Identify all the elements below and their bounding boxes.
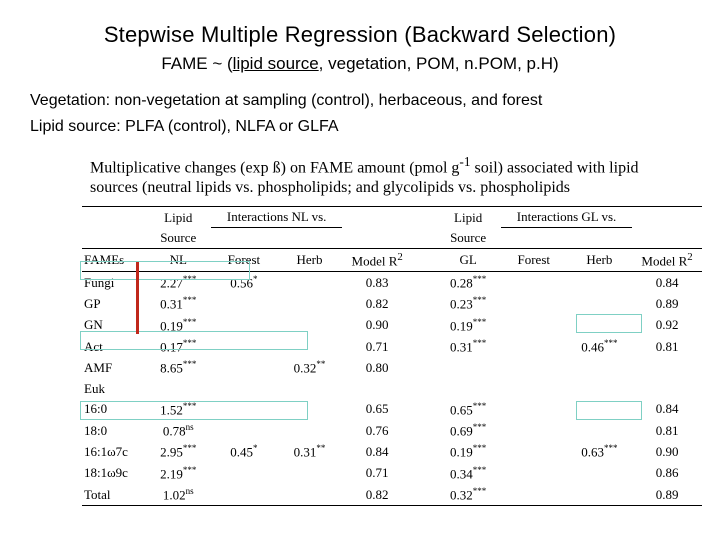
model-rest: , vegetation, POM, n.POM, p.H) bbox=[319, 54, 559, 73]
hdr-r2-nl: Model R bbox=[352, 253, 398, 268]
table-row: 16:1ω7c2.95***0.45*0.31**0.840.19***0.63… bbox=[82, 441, 702, 462]
table-row: 16:01.52***0.650.65***0.84 bbox=[82, 399, 702, 420]
table-caption: Multiplicative changes (exp ß) on FAME a… bbox=[90, 154, 680, 198]
hdr-source-nl: Source bbox=[160, 230, 196, 245]
table-row: GN0.19***0.900.19***0.92 bbox=[82, 315, 702, 336]
vegetation-note: Vegetation: non-vegetation at sampling (… bbox=[30, 92, 690, 110]
hdr-inter-gl: Interactions GL vs. bbox=[517, 209, 617, 224]
table-row: 18:00.78ns0.760.69***0.81 bbox=[82, 420, 702, 441]
hdr-herb-gl: Herb bbox=[567, 248, 633, 271]
slide-title: Stepwise Multiple Regression (Backward S… bbox=[30, 22, 690, 48]
hdr-inter-nl: Interactions NL vs. bbox=[227, 209, 327, 224]
table-row: Euk bbox=[82, 379, 702, 399]
table-row: Act0.17***0.710.31***0.46***0.81 bbox=[82, 336, 702, 357]
hdr-gl: GL bbox=[435, 248, 501, 271]
hdr-source-gl: Source bbox=[450, 230, 486, 245]
model-formula: FAME ~ (lipid source, vegetation, POM, n… bbox=[30, 54, 690, 74]
hdr-lipid-nl: Lipid bbox=[164, 210, 192, 225]
table-row: 18:1ω9c2.19***0.710.34***0.86 bbox=[82, 463, 702, 484]
model-underlined: lipid source bbox=[233, 54, 319, 73]
hdr-fames: FAMEs bbox=[82, 248, 145, 271]
table-row: AMF8.65***0.32**0.80 bbox=[82, 357, 702, 378]
lipid-source-note: Lipid source: PLFA (control), NLFA or GL… bbox=[30, 118, 690, 136]
results-table-wrapper: Lipid Interactions NL vs. Lipid Interact… bbox=[82, 206, 702, 506]
hdr-r2-gl: Model R bbox=[641, 253, 687, 268]
caption-part-a: Multiplicative changes (exp ß) on FAME a… bbox=[90, 159, 459, 176]
hdr-herb-nl: Herb bbox=[277, 248, 343, 271]
hdr-forest-gl: Forest bbox=[501, 248, 567, 271]
caption-sup: -1 bbox=[459, 154, 470, 169]
results-table: Lipid Interactions NL vs. Lipid Interact… bbox=[82, 206, 702, 506]
table-row: Total1.02ns0.820.32***0.89 bbox=[82, 484, 702, 506]
hdr-lipid-gl: Lipid bbox=[454, 210, 482, 225]
table-row: GP0.31***0.820.23***0.89 bbox=[82, 293, 702, 314]
table-row: Fungi2.27***0.56*0.830.28***0.84 bbox=[82, 272, 702, 294]
hdr-nl: NL bbox=[145, 248, 211, 271]
model-prefix: FAME ~ ( bbox=[161, 54, 232, 73]
hdr-forest-nl: Forest bbox=[211, 248, 277, 271]
